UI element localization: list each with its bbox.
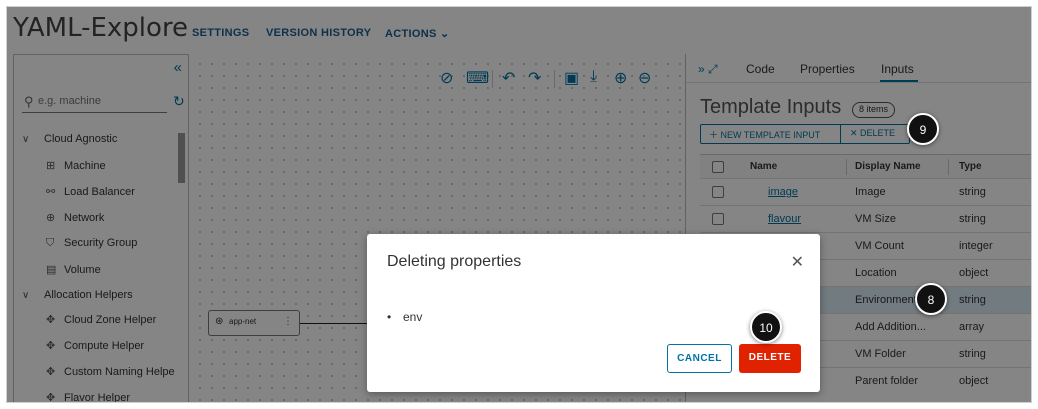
app-window: YAML-Explore SETTINGS VERSION HISTORY AC… (6, 6, 1032, 403)
deleted-items-list: • env (387, 310, 422, 324)
step-marker-9: 9 (907, 113, 939, 145)
step-marker-10: 10 (750, 311, 782, 343)
dialog-title: Deleting properties (387, 253, 522, 270)
step-marker-8: 8 (915, 283, 947, 315)
confirm-delete-button[interactable]: DELETE (739, 344, 801, 373)
list-item: env (403, 310, 423, 324)
bullet-icon: • (387, 310, 392, 324)
cancel-button[interactable]: CANCEL (667, 344, 732, 373)
close-icon[interactable]: ✕ (791, 252, 804, 272)
delete-properties-dialog: Deleting properties ✕ • env CANCEL DELETE (367, 234, 820, 392)
